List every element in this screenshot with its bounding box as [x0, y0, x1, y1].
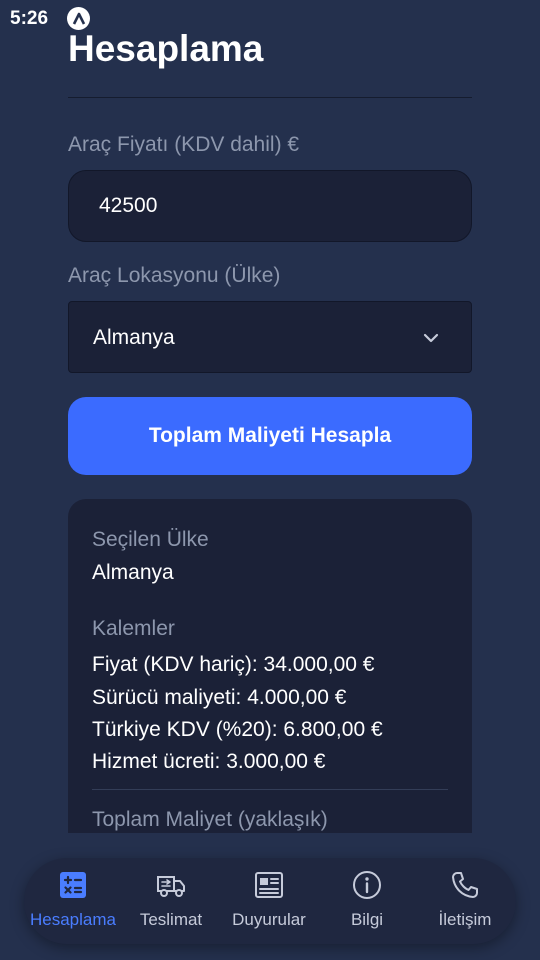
card-divider [92, 789, 448, 790]
title-divider [68, 97, 472, 98]
status-time: 5:26 [10, 8, 49, 29]
location-select-value: Almanya [93, 326, 175, 349]
location-label: Araç Lokasyonu (Ülke) [68, 264, 281, 287]
result-card: Seçilen Ülke Almanya Kalemler Fiyat (KDV… [68, 499, 472, 833]
cost-item: Fiyat (KDV hariç): 34.000,00 € [92, 653, 375, 676]
price-input[interactable] [68, 170, 472, 242]
phone-icon [452, 872, 478, 898]
bottom-nav: Hesaplama Teslimat Duyurular Bilgi İleti… [24, 858, 516, 944]
chevron-down-icon [423, 333, 439, 343]
cost-item: Türkiye KDV (%20): 6.800,00 € [92, 718, 383, 741]
items-label: Kalemler [92, 617, 175, 640]
nav-item-iletisim[interactable]: İletişim [416, 858, 514, 944]
selected-country-value: Almanya [92, 561, 174, 584]
nav-label: Hesaplama [30, 910, 116, 929]
nav-item-hesaplama[interactable]: Hesaplama [24, 858, 122, 944]
nav-label: Bilgi [350, 910, 384, 929]
location-select[interactable]: Almanya [68, 301, 472, 373]
nav-item-duyurular[interactable]: Duyurular [220, 858, 318, 944]
cost-item: Hizmet ücreti: 3.000,00 € [92, 750, 326, 773]
calculator-icon [60, 872, 86, 898]
newspaper-icon [255, 872, 283, 898]
info-icon [353, 871, 381, 899]
nav-item-bilgi[interactable]: Bilgi [318, 858, 416, 944]
page-title: Hesaplama [68, 28, 264, 69]
nav-item-teslimat[interactable]: Teslimat [122, 858, 220, 944]
cost-item: Sürücü maliyeti: 4.000,00 € [92, 686, 347, 709]
total-label: Toplam Maliyet (yaklaşık) [92, 808, 328, 831]
calculate-button[interactable]: Toplam Maliyeti Hesapla [68, 397, 472, 475]
a-logo-icon [67, 7, 90, 30]
price-label: Araç Fiyatı (KDV dahil) € [68, 133, 300, 156]
truck-icon [157, 876, 185, 897]
selected-country-label: Seçilen Ülke [92, 528, 209, 551]
nav-label: İletişim [438, 910, 492, 929]
nav-label: Teslimat [139, 910, 203, 929]
nav-label: Duyurular [232, 910, 306, 929]
